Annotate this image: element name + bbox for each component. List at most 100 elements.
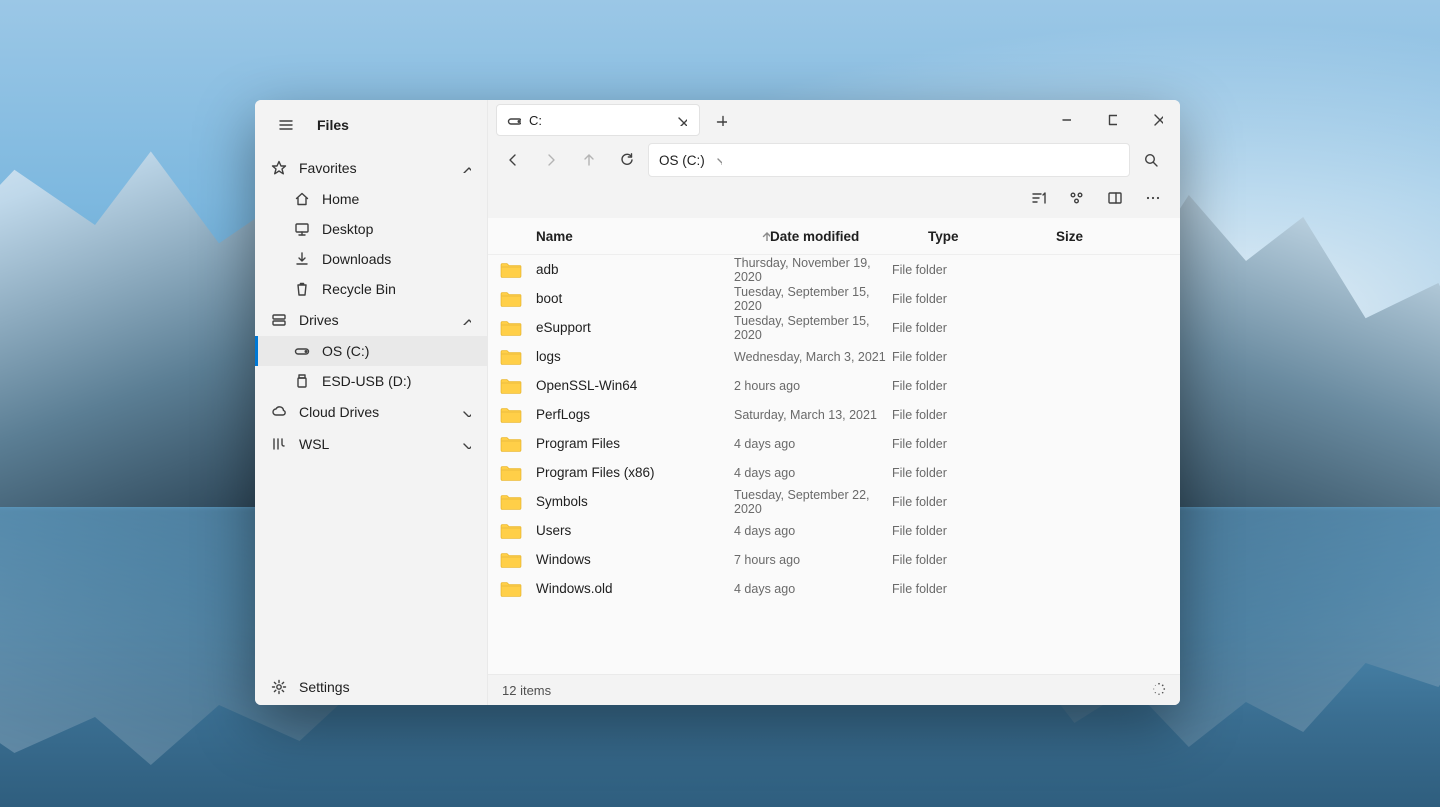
- column-name[interactable]: Name: [536, 229, 770, 244]
- folder-icon: [500, 435, 522, 453]
- main-pane: C: OS (C:): [488, 100, 1180, 705]
- sidebar-item-esd-usb-d-[interactable]: ESD-USB (D:): [255, 366, 487, 396]
- refresh-button[interactable]: [610, 143, 644, 177]
- sidebar-item-desktop[interactable]: Desktop: [255, 214, 487, 244]
- loading-indicator: [1152, 682, 1166, 699]
- drive-icon: [294, 343, 310, 359]
- back-icon: [505, 152, 521, 168]
- file-row[interactable]: logsWednesday, March 3, 2021File folder: [488, 342, 1180, 371]
- wsl-icon: [271, 436, 287, 452]
- layout-button[interactable]: [1098, 181, 1132, 215]
- layout-pane-icon: [1107, 190, 1123, 206]
- forward-button[interactable]: [534, 143, 568, 177]
- folder-icon: [500, 319, 522, 337]
- hamburger-icon: [278, 117, 294, 133]
- recycle-icon: [294, 281, 310, 297]
- file-row[interactable]: Program Files4 days agoFile folder: [488, 429, 1180, 458]
- minimize-icon: [1060, 112, 1071, 128]
- chevron-down-icon: [461, 407, 471, 417]
- close-icon: [1152, 112, 1163, 128]
- path-segment[interactable]: OS (C:): [659, 153, 705, 168]
- file-date: Tuesday, September 22, 2020: [734, 488, 892, 516]
- sidebar-item-label: Desktop: [322, 221, 373, 237]
- file-name: Windows: [536, 552, 591, 567]
- folder-icon: [500, 464, 522, 482]
- file-date: 7 hours ago: [734, 553, 892, 567]
- sidebar-item-home[interactable]: Home: [255, 184, 487, 214]
- file-date: Tuesday, September 15, 2020: [734, 285, 892, 313]
- more-icon: [1145, 190, 1161, 206]
- back-button[interactable]: [496, 143, 530, 177]
- file-name: adb: [536, 262, 559, 277]
- sort-button[interactable]: [1022, 181, 1056, 215]
- sidebar-item-label: Recycle Bin: [322, 281, 396, 297]
- file-type: File folder: [892, 321, 1020, 335]
- sidebar-item-label: Home: [322, 191, 359, 207]
- column-size[interactable]: Size: [1056, 229, 1162, 244]
- sidebar-section-cloud[interactable]: Cloud Drives: [255, 396, 487, 428]
- up-button[interactable]: [572, 143, 606, 177]
- column-date[interactable]: Date modified: [770, 229, 928, 244]
- new-tab-button[interactable]: [706, 105, 736, 135]
- maximize-button[interactable]: [1088, 100, 1134, 140]
- minimize-button[interactable]: [1042, 100, 1088, 140]
- file-type: File folder: [892, 379, 1020, 393]
- group-button[interactable]: [1060, 181, 1094, 215]
- sidebar-section-drives[interactable]: Drives: [255, 304, 487, 336]
- search-button[interactable]: [1134, 143, 1168, 177]
- file-row[interactable]: Program Files (x86)4 days agoFile folder: [488, 458, 1180, 487]
- more-button[interactable]: [1136, 181, 1170, 215]
- group-icon: [1069, 190, 1085, 206]
- file-list: Name Date modified Type Size adbThursday…: [488, 218, 1180, 674]
- home-icon: [294, 191, 310, 207]
- file-row[interactable]: bootTuesday, September 15, 2020File fold…: [488, 284, 1180, 313]
- maximize-icon: [1106, 112, 1117, 128]
- tab-active[interactable]: C:: [496, 104, 700, 136]
- sidebar-item-label: ESD-USB (D:): [322, 373, 411, 389]
- sidebar-settings[interactable]: Settings: [255, 669, 487, 705]
- file-name: OpenSSL-Win64: [536, 378, 637, 393]
- file-row[interactable]: OpenSSL-Win642 hours agoFile folder: [488, 371, 1180, 400]
- sidebar-item-label: Downloads: [322, 251, 391, 267]
- file-type: File folder: [892, 553, 1020, 567]
- sidebar: Files Favorites HomeDesktopDownloadsRecy…: [255, 100, 488, 705]
- sidebar-item-os-c-[interactable]: OS (C:): [255, 336, 487, 366]
- files-app-window: Files Favorites HomeDesktopDownloadsRecy…: [255, 100, 1180, 705]
- menu-button[interactable]: [269, 108, 303, 142]
- file-type: File folder: [892, 408, 1020, 422]
- file-row[interactable]: SymbolsTuesday, September 22, 2020File f…: [488, 487, 1180, 516]
- file-row[interactable]: PerfLogsSaturday, March 13, 2021File fol…: [488, 400, 1180, 429]
- tab-close-button[interactable]: [671, 110, 691, 130]
- title-bar[interactable]: C:: [488, 100, 1180, 140]
- status-bar: 12 items: [488, 674, 1180, 705]
- folder-icon: [500, 290, 522, 308]
- file-name: PerfLogs: [536, 407, 590, 422]
- column-headers: Name Date modified Type Size: [488, 218, 1180, 255]
- nav-bar: OS (C:): [488, 140, 1180, 182]
- window-controls: [1042, 100, 1180, 140]
- file-row[interactable]: Windows 7 hours agoFile folder: [488, 545, 1180, 574]
- file-type: File folder: [892, 437, 1020, 451]
- file-row[interactable]: Windows.old4 days agoFile folder: [488, 574, 1180, 603]
- path-bar[interactable]: OS (C:): [648, 143, 1130, 177]
- file-row[interactable]: adbThursday, November 19, 2020File folde…: [488, 255, 1180, 284]
- favorites-label: Favorites: [299, 160, 357, 176]
- chevron-down-icon: [461, 439, 471, 449]
- toolbar: [488, 182, 1180, 218]
- sidebar-item-downloads[interactable]: Downloads: [255, 244, 487, 274]
- refresh-icon: [619, 152, 635, 168]
- column-type[interactable]: Type: [928, 229, 1056, 244]
- close-window-button[interactable]: [1134, 100, 1180, 140]
- drive-icon: [507, 113, 521, 127]
- chevron-up-icon: [461, 315, 471, 325]
- file-row[interactable]: eSupportTuesday, September 15, 2020File …: [488, 313, 1180, 342]
- wsl-label: WSL: [299, 436, 329, 452]
- file-type: File folder: [892, 292, 1020, 306]
- sidebar-section-wsl[interactable]: WSL: [255, 428, 487, 460]
- file-date: 4 days ago: [734, 466, 892, 480]
- sidebar-section-favorites[interactable]: Favorites: [255, 152, 487, 184]
- file-row[interactable]: Users4 days agoFile folder: [488, 516, 1180, 545]
- sidebar-item-recycle-bin[interactable]: Recycle Bin: [255, 274, 487, 304]
- drives-label: Drives: [299, 312, 339, 328]
- file-date: Wednesday, March 3, 2021: [734, 350, 892, 364]
